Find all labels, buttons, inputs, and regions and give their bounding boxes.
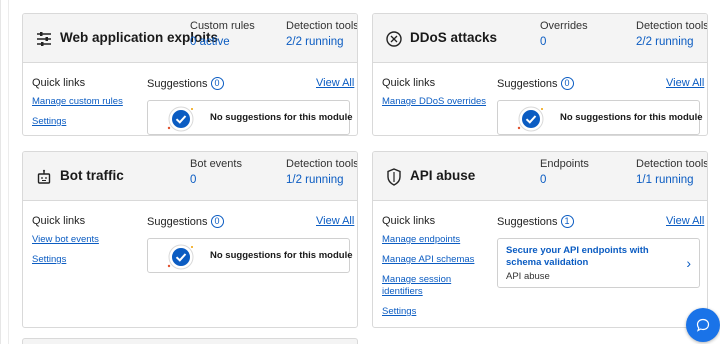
ddos-overrides-metric: Overrides 0 — [540, 20, 588, 48]
metric-label: Detection tools — [286, 20, 358, 32]
view-all-link[interactable]: View All — [666, 215, 704, 227]
suggestions-label: Suggestions 0 — [497, 77, 574, 90]
suggestions-count-badge: 1 — [560, 215, 574, 228]
settings-link[interactable]: Settings — [382, 306, 416, 318]
ddos-card-header: DDoS attacks Overrides 0 Detection tools… — [373, 14, 707, 63]
suggestions-label: Suggestions 1 — [497, 215, 574, 228]
checkmark-badge-icon — [167, 244, 194, 270]
api-shield-icon — [383, 166, 405, 188]
manage-custom-rules-link[interactable]: Manage custom rules — [32, 96, 123, 108]
chat-icon — [696, 318, 710, 332]
empty-suggestions-text: No suggestions for this module — [210, 250, 353, 261]
quick-links-label: Quick links — [382, 215, 436, 227]
metric-label: Bot events — [190, 158, 242, 170]
metric-value[interactable]: 1/2 running — [286, 174, 357, 186]
bot-events-metric: Bot events 0 — [190, 158, 242, 186]
manage-ddos-overrides-link[interactable]: Manage DDoS overrides — [382, 96, 486, 108]
chevron-right-icon: › — [686, 255, 691, 271]
schema-validation-suggestion[interactable]: Secure your API endpoints with schema va… — [497, 238, 700, 288]
manage-endpoints-link[interactable]: Manage endpoints — [382, 234, 460, 246]
suggestions-count-badge: 0 — [210, 77, 224, 90]
empty-suggestions-text: No suggestions for this module — [560, 112, 703, 123]
metric-label: Detection tools — [636, 20, 708, 32]
metric-value[interactable]: 2/2 running — [286, 36, 357, 48]
metric-value[interactable]: 0 — [540, 36, 588, 48]
waf-detection-metric: Detection tools 2/2 running — [286, 20, 358, 48]
bot-card-header: Bot traffic Bot events 0 Detection tools… — [23, 152, 357, 201]
robot-icon — [33, 166, 55, 188]
manage-session-identifiers-link[interactable]: Manage session — [382, 274, 451, 286]
settings-link[interactable]: Settings — [32, 254, 66, 266]
quick-links-label: Quick links — [32, 215, 86, 227]
quick-links-label: Quick links — [382, 77, 436, 89]
sliders-icon — [33, 28, 55, 50]
empty-suggestions-box: No suggestions for this module — [147, 100, 353, 135]
ddos-detection-metric: Detection tools 2/2 running — [636, 20, 708, 48]
empty-suggestions-box: No suggestions for this module — [497, 100, 703, 135]
empty-suggestions-text: No suggestions for this module — [210, 112, 353, 123]
metric-label: Detection tools — [286, 158, 358, 170]
metric-label: Detection tools — [636, 158, 708, 170]
api-title: API abuse — [410, 168, 476, 183]
chat-bubble-button[interactable] — [686, 308, 720, 342]
suggestions-count-badge: 0 — [560, 77, 574, 90]
empty-suggestions-box: No suggestions for this module — [147, 238, 353, 273]
metric-value[interactable]: 0 — [540, 174, 589, 186]
ddos-card: DDoS attacks Overrides 0 Detection tools… — [372, 13, 708, 136]
metric-value[interactable]: 0 — [190, 174, 242, 186]
ddos-title: DDoS attacks — [410, 30, 498, 45]
metric-value[interactable]: 1/1 running — [636, 174, 707, 186]
suggestions-label: Suggestions 0 — [147, 77, 224, 90]
bot-title: Bot traffic — [60, 168, 124, 183]
next-card-peek — [22, 338, 358, 344]
view-all-link[interactable]: View All — [666, 77, 704, 89]
suggestions-label: Suggestions 0 — [147, 215, 224, 228]
bot-detection-metric: Detection tools 1/2 running — [286, 158, 358, 186]
bot-card: Bot traffic Bot events 0 Detection tools… — [22, 151, 358, 328]
settings-link[interactable]: Settings — [32, 116, 66, 128]
quick-links-label: Quick links — [32, 77, 86, 89]
waf-card: Web application exploits Custom rules 0 … — [22, 13, 358, 136]
api-detection-metric: Detection tools 1/1 running — [636, 158, 708, 186]
ddos-shield-icon — [383, 28, 405, 50]
manage-api-schemas-link[interactable]: Manage API schemas — [382, 254, 474, 266]
metric-label: Endpoints — [540, 158, 589, 170]
view-all-link[interactable]: View All — [316, 77, 354, 89]
left-divider — [8, 0, 9, 344]
api-endpoints-metric: Endpoints 0 — [540, 158, 589, 186]
checkmark-badge-icon — [517, 106, 544, 132]
suggestions-count-badge: 0 — [210, 215, 224, 228]
view-all-link[interactable]: View All — [316, 215, 354, 227]
api-card: API abuse Endpoints 0 Detection tools 1/… — [372, 151, 708, 328]
checkmark-badge-icon — [167, 106, 194, 132]
api-card-header: API abuse Endpoints 0 Detection tools 1/… — [373, 152, 707, 201]
metric-value[interactable]: 2/2 running — [636, 36, 707, 48]
metric-label: Overrides — [540, 20, 588, 32]
suggestion-subtitle: API abuse — [506, 271, 550, 282]
waf-custom-rules-metric: Custom rules 0 active — [190, 20, 255, 48]
metric-value[interactable]: 0 active — [190, 36, 255, 48]
suggestion-title: Secure your API endpoints with schema va… — [506, 245, 649, 268]
manage-session-identifiers-link-cont[interactable]: identifiers — [382, 286, 423, 298]
waf-card-header: Web application exploits Custom rules 0 … — [23, 14, 357, 63]
metric-label: Custom rules — [190, 20, 255, 32]
view-bot-events-link[interactable]: View bot events — [32, 234, 99, 246]
